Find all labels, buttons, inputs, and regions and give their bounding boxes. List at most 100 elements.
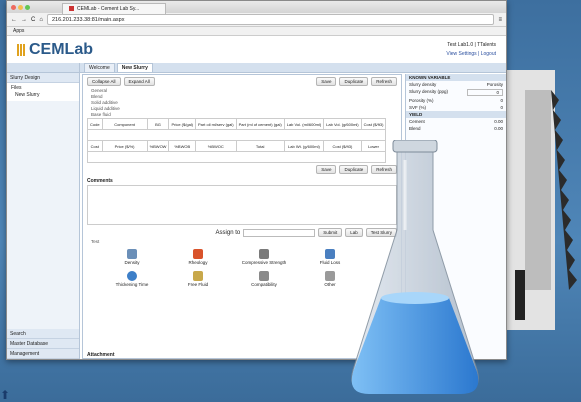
assign-label: Assign to [215, 229, 241, 236]
table-header: Lab Vol. (ml/600ml) [283, 118, 325, 130]
free-fluid-icon [193, 271, 203, 281]
close-window-icon[interactable] [11, 4, 16, 10]
other-icon [325, 271, 335, 281]
sidebar: Slurry Design Files New Slurry Search Ma… [7, 63, 80, 359]
home-icon[interactable]: ⌂ [39, 17, 43, 23]
bookmark-apps[interactable]: Apps [13, 28, 24, 34]
table-header: Cost [87, 140, 103, 152]
duplicate-button[interactable]: Duplicate [339, 77, 369, 86]
sidebar-panel-search[interactable]: Search [7, 329, 79, 339]
test-label: Compatibility [251, 282, 277, 287]
table-header: Lab Wt. (g/600ml) [283, 140, 325, 152]
table-header: Part (ml of cement) (gal) [235, 118, 285, 130]
variable-radios: Slurry density Porosity [406, 81, 506, 88]
user-name: Test Lab1.0 | TTalents [447, 42, 496, 48]
component-table: Code Component BG Price ($/gal) Part oil… [86, 118, 387, 163]
bookmarks-bar: Apps [7, 27, 506, 36]
assign-select[interactable] [243, 228, 316, 237]
table-header: Lab Vol. (g/600ml) [323, 118, 362, 130]
compatibility-icon [259, 271, 269, 281]
save-button[interactable]: Save [316, 77, 337, 86]
sidebar-bottom: Search Master Database Management [7, 329, 79, 359]
table-header: Component [101, 118, 148, 130]
table-header: Price ($/gal) [168, 118, 197, 130]
menu-icon[interactable]: ≡ [498, 17, 502, 23]
flask-illustration [351, 140, 479, 394]
browser-titlebar: CEMLab - Cement Lab Sy... [7, 1, 506, 14]
toolbar: Collapse All Expand All Save Duplicate R… [83, 75, 401, 88]
sidebar-panel-master-database[interactable]: Master Database [7, 339, 79, 349]
right-panel-title: KNOWN VARIABLE [406, 74, 506, 81]
sidebar-panel-slurry-design[interactable]: Slurry Design [7, 73, 79, 83]
sidebar-tree: Files New Slurry [7, 83, 79, 101]
app-logo: CEMLab [17, 41, 93, 59]
row-value: 0.00 [494, 126, 503, 131]
submit-button[interactable]: Submit [318, 228, 343, 237]
logo-bars-icon [17, 44, 26, 56]
radio-porosity[interactable]: Porosity [487, 82, 503, 87]
compressive-strength-icon [259, 249, 269, 259]
test-free-fluid[interactable]: Free Fluid [169, 271, 227, 287]
main-tabs: Welcome New Slurry [80, 63, 506, 73]
table-row [86, 151, 387, 163]
yield-title: YIELD [406, 111, 506, 118]
sidebar-panel-title: Slurry Design [10, 74, 41, 81]
sidebar-panel-management[interactable]: Management [7, 349, 79, 359]
collapse-all-button[interactable]: Collapse All [87, 77, 121, 86]
test-label: Thickening Time [115, 282, 149, 287]
table-header: Code [87, 118, 103, 130]
section-list: General Blend Solid additive Liquid addi… [83, 88, 401, 118]
row-label: Slurry density (ppg) [409, 89, 449, 94]
tree-item-new-slurry[interactable]: New Slurry [11, 92, 75, 99]
row-svf: SVF (%) 0 [406, 104, 506, 111]
radio-slurry-density[interactable]: Slurry density [409, 82, 436, 87]
sidebar-header [7, 63, 79, 73]
row-label: Blend [409, 126, 421, 131]
refresh-button[interactable]: Refresh [371, 77, 397, 86]
tab-welcome[interactable]: Welcome [84, 63, 115, 72]
test-label: Fluid Loss [319, 260, 341, 265]
table-header: %BWOB [168, 140, 197, 152]
upload-arrow-icon: ⬆ [0, 388, 11, 402]
url-input[interactable]: 216.201.233.38:81/main.aspx [46, 14, 495, 25]
tree-item-files[interactable]: Files [11, 85, 75, 92]
row-label: Porosity (%) [409, 98, 434, 103]
density-icon [127, 249, 137, 259]
test-label: Compressive Strength [241, 260, 287, 265]
reload-icon[interactable]: C [31, 17, 35, 23]
row-label: SVF (%) [409, 105, 427, 110]
test-density[interactable]: Density [103, 249, 161, 265]
test-rheology[interactable]: Rheology [169, 249, 227, 265]
test-compatibility[interactable]: Compatibility [235, 271, 293, 287]
slurry-density-input[interactable]: 0 [467, 89, 503, 96]
tab-new-slurry[interactable]: New Slurry [116, 63, 153, 72]
logo-text: CEMLab [29, 41, 93, 58]
user-links[interactable]: View Settings | Logout [446, 51, 496, 57]
table-header: %BWOW [146, 140, 170, 152]
maximize-window-icon[interactable] [25, 4, 30, 10]
expand-all-button[interactable]: Expand All [123, 77, 155, 86]
test-label: Rheology [188, 260, 208, 265]
row-porosity: Porosity (%) 0 [406, 97, 506, 104]
row-cement: Cement 0.00 [406, 118, 506, 125]
table-header: %BWOC [195, 140, 237, 152]
user-box: Test Lab1.0 | TTalents View Settings | L… [446, 41, 496, 59]
browser-tab-title: CEMLab - Cement Lab Sy... [77, 5, 140, 12]
minimize-window-icon[interactable] [18, 4, 23, 10]
forward-icon[interactable]: → [21, 17, 27, 23]
table-header: Part oil ml/serv (gal) [195, 118, 237, 130]
test-compressive-strength[interactable]: Compressive Strength [235, 249, 293, 265]
address-bar-row: ← → C ⌂ 216.201.233.38:81/main.aspx ≡ [7, 13, 506, 27]
table-row [86, 129, 387, 141]
test-label: Density [124, 260, 140, 265]
back-icon[interactable]: ← [11, 17, 17, 23]
fluid-loss-icon [325, 249, 335, 259]
app-header: CEMLab Test Lab1.0 | TTalents View Setti… [7, 36, 506, 65]
table-header: BG [146, 118, 170, 130]
save-button-bottom[interactable]: Save [316, 165, 337, 174]
table-header: Price ($/%) [101, 140, 148, 152]
row-value: 0 [500, 98, 503, 103]
browser-tab[interactable]: CEMLab - Cement Lab Sy... [62, 2, 166, 14]
test-thickening-time[interactable]: Thickening Time [103, 271, 161, 287]
row-value: 0 [500, 105, 503, 110]
